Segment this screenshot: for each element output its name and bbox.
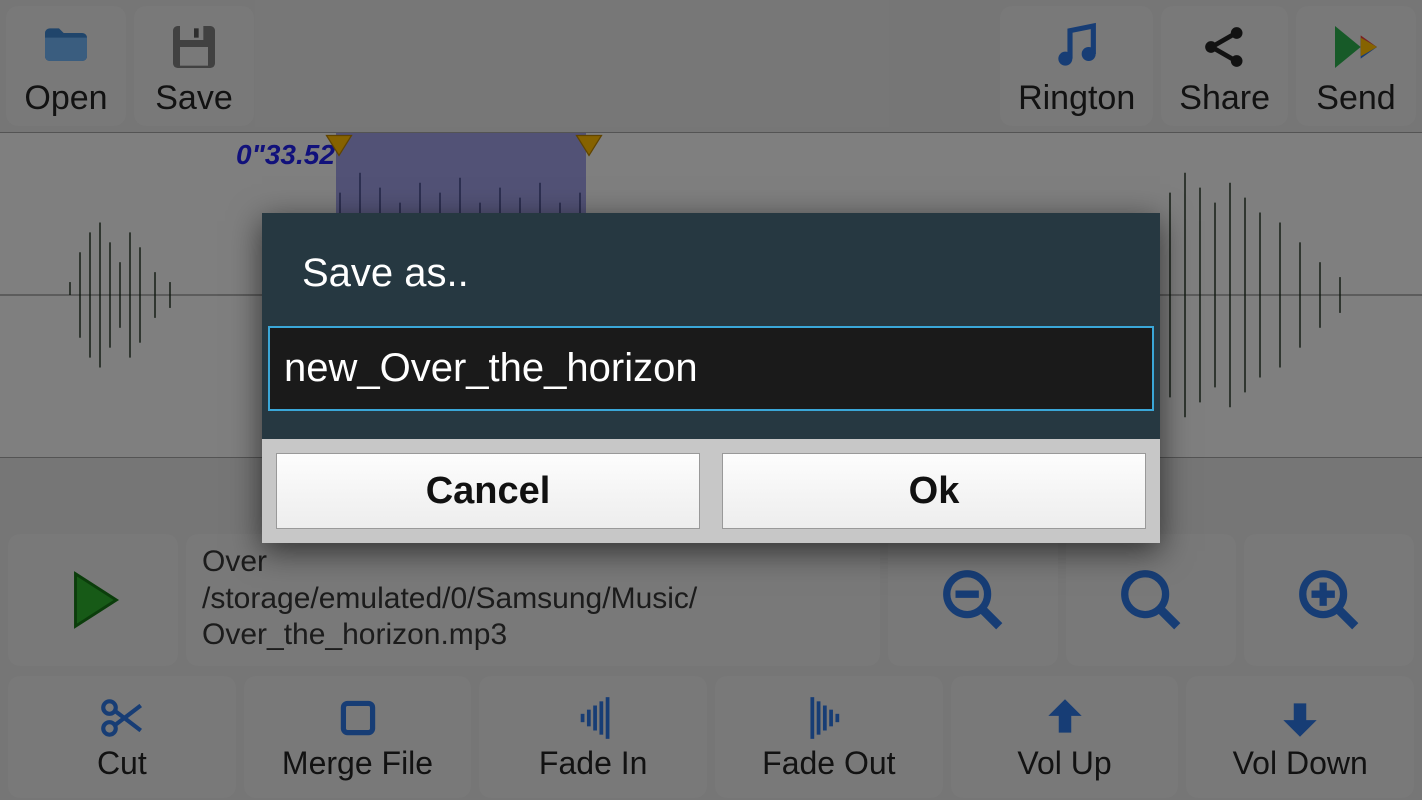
cancel-button[interactable]: Cancel — [276, 453, 700, 529]
save-as-dialog: Save as.. Cancel Ok — [262, 213, 1160, 543]
filename-input[interactable] — [268, 326, 1154, 411]
dialog-title: Save as.. — [262, 213, 1160, 326]
ok-button[interactable]: Ok — [722, 453, 1146, 529]
dialog-button-row: Cancel Ok — [262, 439, 1160, 543]
